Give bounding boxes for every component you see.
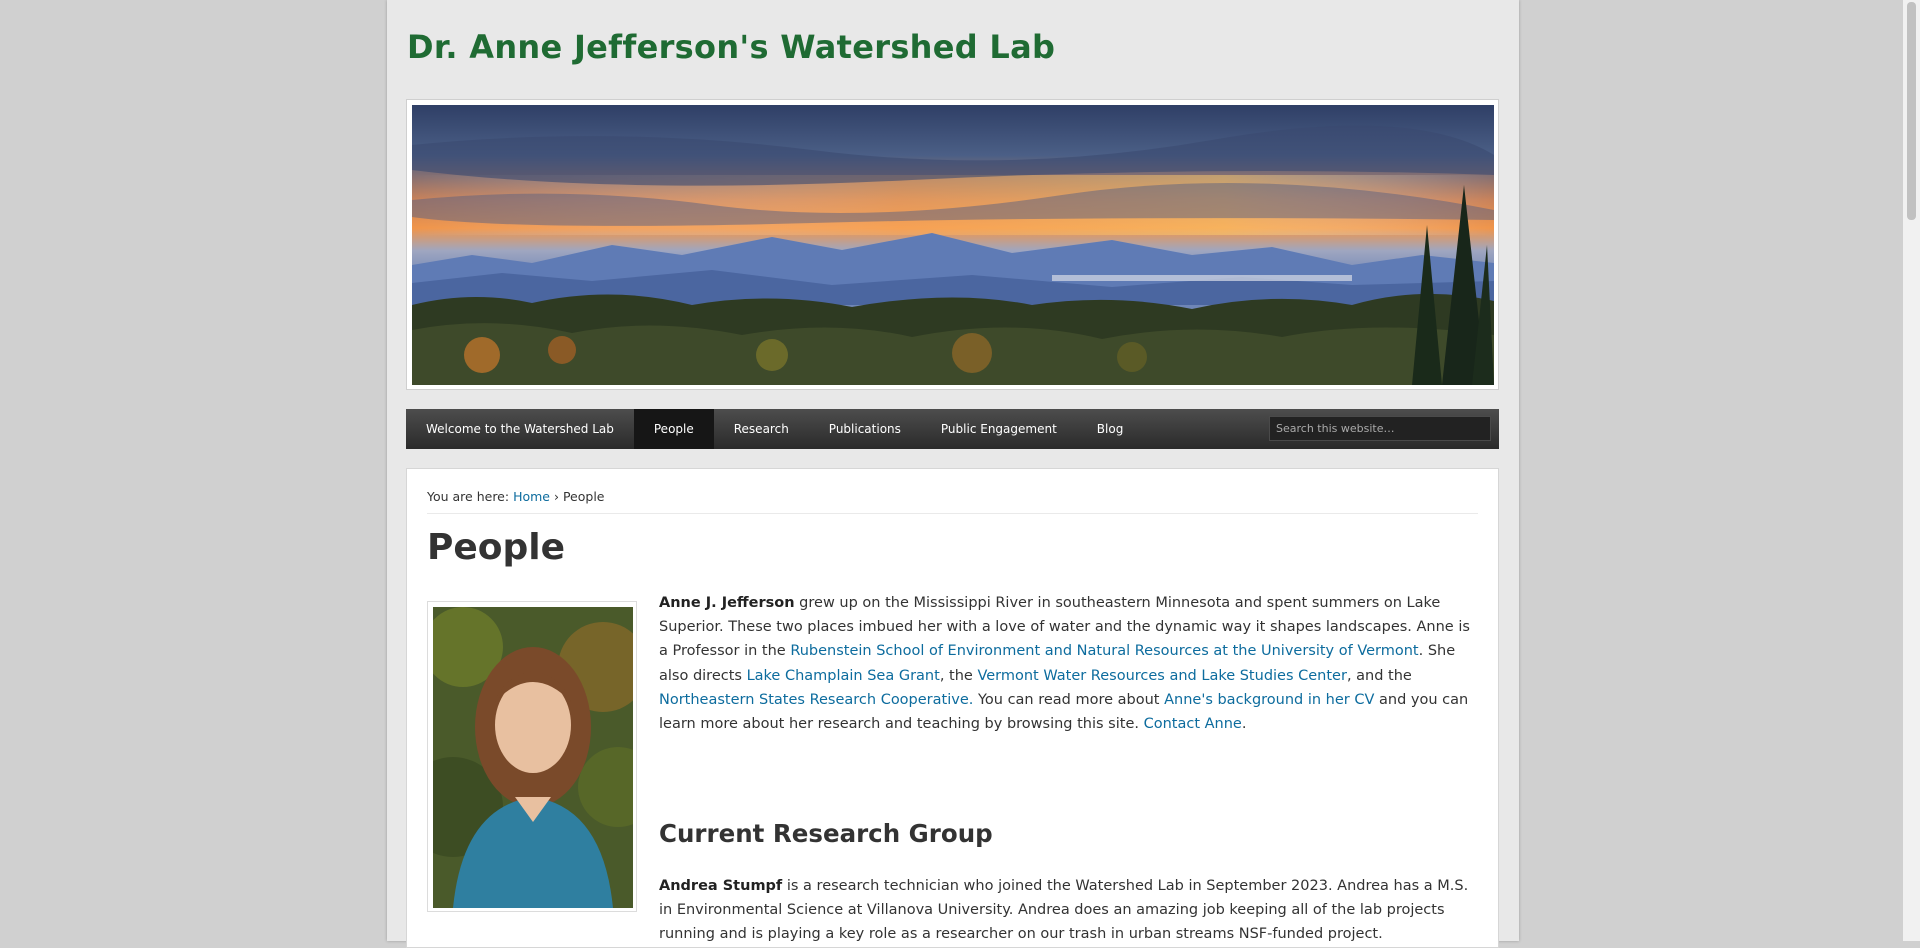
main-navigation: Welcome to the Watershed Lab People Rese…: [406, 409, 1499, 449]
nav-item-people[interactable]: People: [633, 409, 714, 449]
nav-item-blog[interactable]: Blog: [1077, 409, 1144, 449]
rubenstein-school-link[interactable]: Rubenstein School of Environment and Nat…: [790, 643, 1418, 659]
sea-grant-link[interactable]: Lake Champlain Sea Grant: [747, 668, 940, 684]
content-area: You are here: Home › People People Anne …: [406, 468, 1499, 948]
page-scrollbar[interactable]: [1903, 0, 1920, 941]
nav-item-welcome[interactable]: Welcome to the Watershed Lab: [406, 409, 634, 449]
bio-text: , the: [939, 667, 978, 684]
search-input[interactable]: [1269, 416, 1491, 441]
bio-name: Anne J. Jefferson: [659, 595, 795, 611]
breadcrumb-home-link[interactable]: Home: [513, 489, 550, 504]
member-name: Andrea Stumpf: [659, 878, 783, 894]
breadcrumb-separator: ›: [553, 489, 559, 504]
research-cooperative-link[interactable]: Northeastern States Research Cooperative…: [659, 692, 973, 708]
bio-paragraph: Anne J. Jefferson grew up on the Mississ…: [659, 591, 1474, 736]
member-paragraph: Andrea Stumpf is a research technician w…: [659, 874, 1474, 947]
nav-item-public-engagement[interactable]: Public Engagement: [921, 409, 1077, 449]
breadcrumb: You are here: Home › People: [427, 489, 1478, 514]
scrollbar-thumb[interactable]: [1907, 2, 1916, 220]
breadcrumb-prefix: You are here:: [427, 489, 510, 504]
header-banner: [406, 99, 1499, 390]
water-resources-center-link[interactable]: Vermont Water Resources and Lake Studies…: [977, 668, 1347, 684]
banner-landscape-image: [412, 105, 1494, 385]
nav-item-research[interactable]: Research: [714, 409, 809, 449]
profile-photo: [433, 607, 633, 908]
nav-item-publications[interactable]: Publications: [809, 409, 921, 449]
breadcrumb-current: People: [562, 489, 605, 504]
bio-text: You can read more about: [973, 691, 1165, 708]
contact-link[interactable]: Contact Anne: [1144, 716, 1242, 732]
research-group-heading: Current Research Group: [659, 819, 993, 848]
bio-text: .: [1241, 716, 1247, 733]
profile-photo-frame: [427, 601, 637, 912]
site-title[interactable]: Dr. Anne Jefferson's Watershed Lab: [407, 28, 1055, 66]
bio-text: , and the: [1346, 667, 1412, 684]
page-wrapper: Dr. Anne Jefferson's Watershed Lab Welco…: [387, 0, 1519, 948]
page-title: People: [427, 527, 566, 568]
cv-link[interactable]: Anne's background in her CV: [1164, 692, 1374, 708]
